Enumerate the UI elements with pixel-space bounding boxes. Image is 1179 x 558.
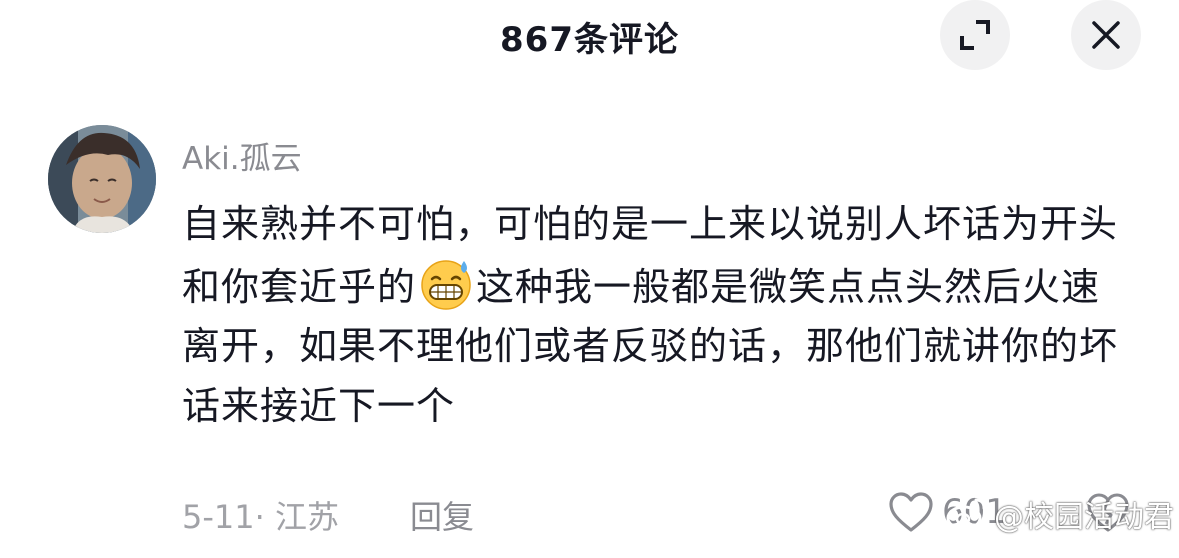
- grinning-sweat-emoji-icon: [421, 259, 471, 310]
- avatar[interactable]: [48, 125, 156, 233]
- comment-username[interactable]: Aki.孤云: [182, 133, 302, 178]
- close-button[interactable]: [1071, 0, 1141, 70]
- watermark-text: @校园活动君: [994, 500, 1174, 535]
- reply-button[interactable]: 回复: [410, 492, 474, 538]
- watermark: @校园活动君: [946, 492, 1174, 536]
- comment-meta: 5-11· 江苏: [182, 498, 339, 536]
- weibo-icon: [946, 498, 986, 531]
- comments-header: 867条评论: [0, 0, 1179, 72]
- close-icon: [1092, 21, 1120, 49]
- expand-icon: [960, 20, 990, 50]
- avatar-image: [48, 125, 156, 233]
- comment-text: 自来熟并不可怕，可怕的是一上来以说别人坏话为开头和你套近乎的 这种我一般都是微笑…: [182, 195, 1132, 436]
- heart-icon: [889, 492, 933, 532]
- expand-button[interactable]: [940, 0, 1010, 70]
